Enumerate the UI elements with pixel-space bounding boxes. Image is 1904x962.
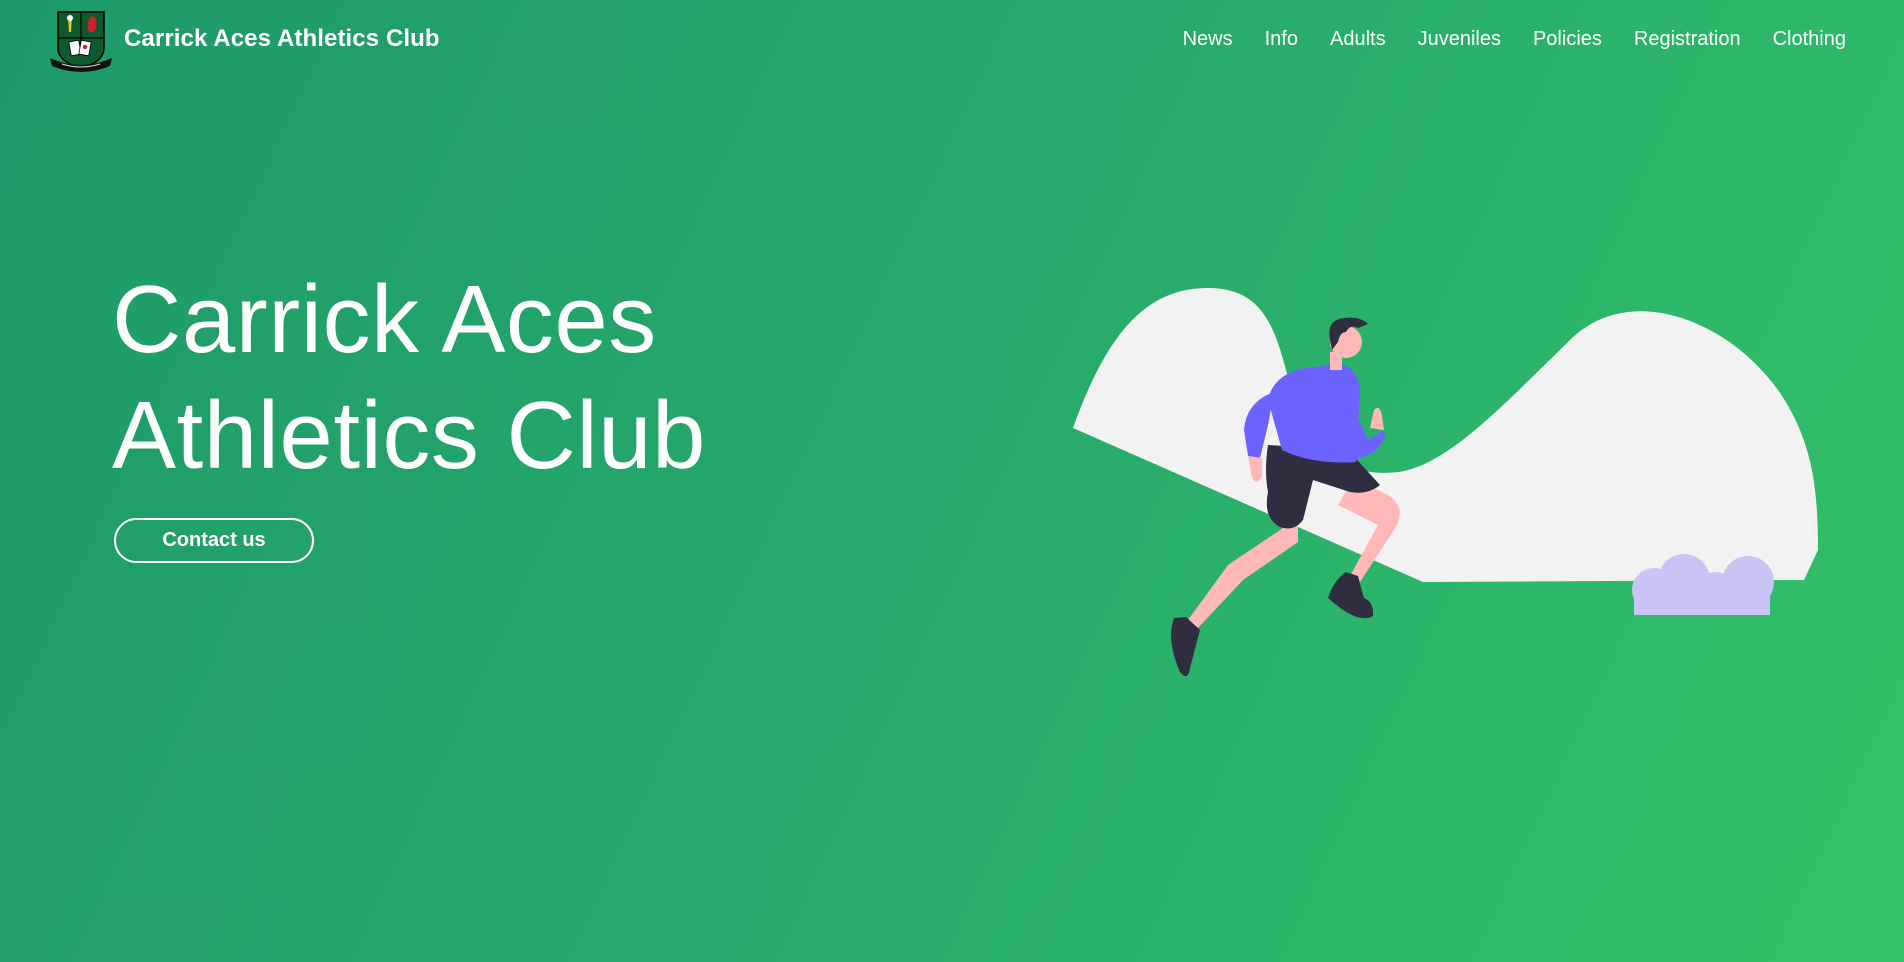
brand-name: Carrick Aces Athletics Club [124, 25, 440, 52]
nav-item-info: Info [1265, 28, 1298, 51]
main-navigation: News Info Adults Juveniles Policies Regi… [1151, 28, 1846, 51]
nav-item-adults: Adults [1330, 28, 1386, 51]
nav-item-juveniles: Juveniles [1418, 28, 1501, 51]
hero-title-line-2: Athletics Club [112, 382, 706, 489]
nav-item-news: News [1183, 28, 1233, 51]
nav-link-registration[interactable]: Registration [1634, 28, 1741, 50]
contact-us-button[interactable]: Contact us [114, 518, 314, 563]
hero-title: Carrick Aces Athletics Club [112, 262, 706, 494]
club-crest-icon [50, 11, 112, 72]
nav-link-info[interactable]: Info [1265, 28, 1298, 50]
nav-link-policies[interactable]: Policies [1533, 28, 1602, 50]
nav-link-clothing[interactable]: Clothing [1773, 28, 1846, 50]
nav-link-juveniles[interactable]: Juveniles [1418, 28, 1501, 50]
runner-illustration [1073, 288, 1818, 677]
nav-item-registration: Registration [1634, 28, 1741, 51]
nav-link-news[interactable]: News [1183, 28, 1233, 50]
nav-item-clothing: Clothing [1773, 28, 1846, 51]
hill-shape [1073, 288, 1818, 582]
nav-item-policies: Policies [1533, 28, 1602, 51]
brand-home-link[interactable]: Carrick Aces Athletics Club [48, 8, 440, 74]
nav-link-adults[interactable]: Adults [1330, 28, 1386, 50]
top-navbar: Carrick Aces Athletics Club News Info Ad… [0, 0, 1904, 82]
hero-title-line-1: Carrick Aces [112, 266, 657, 373]
